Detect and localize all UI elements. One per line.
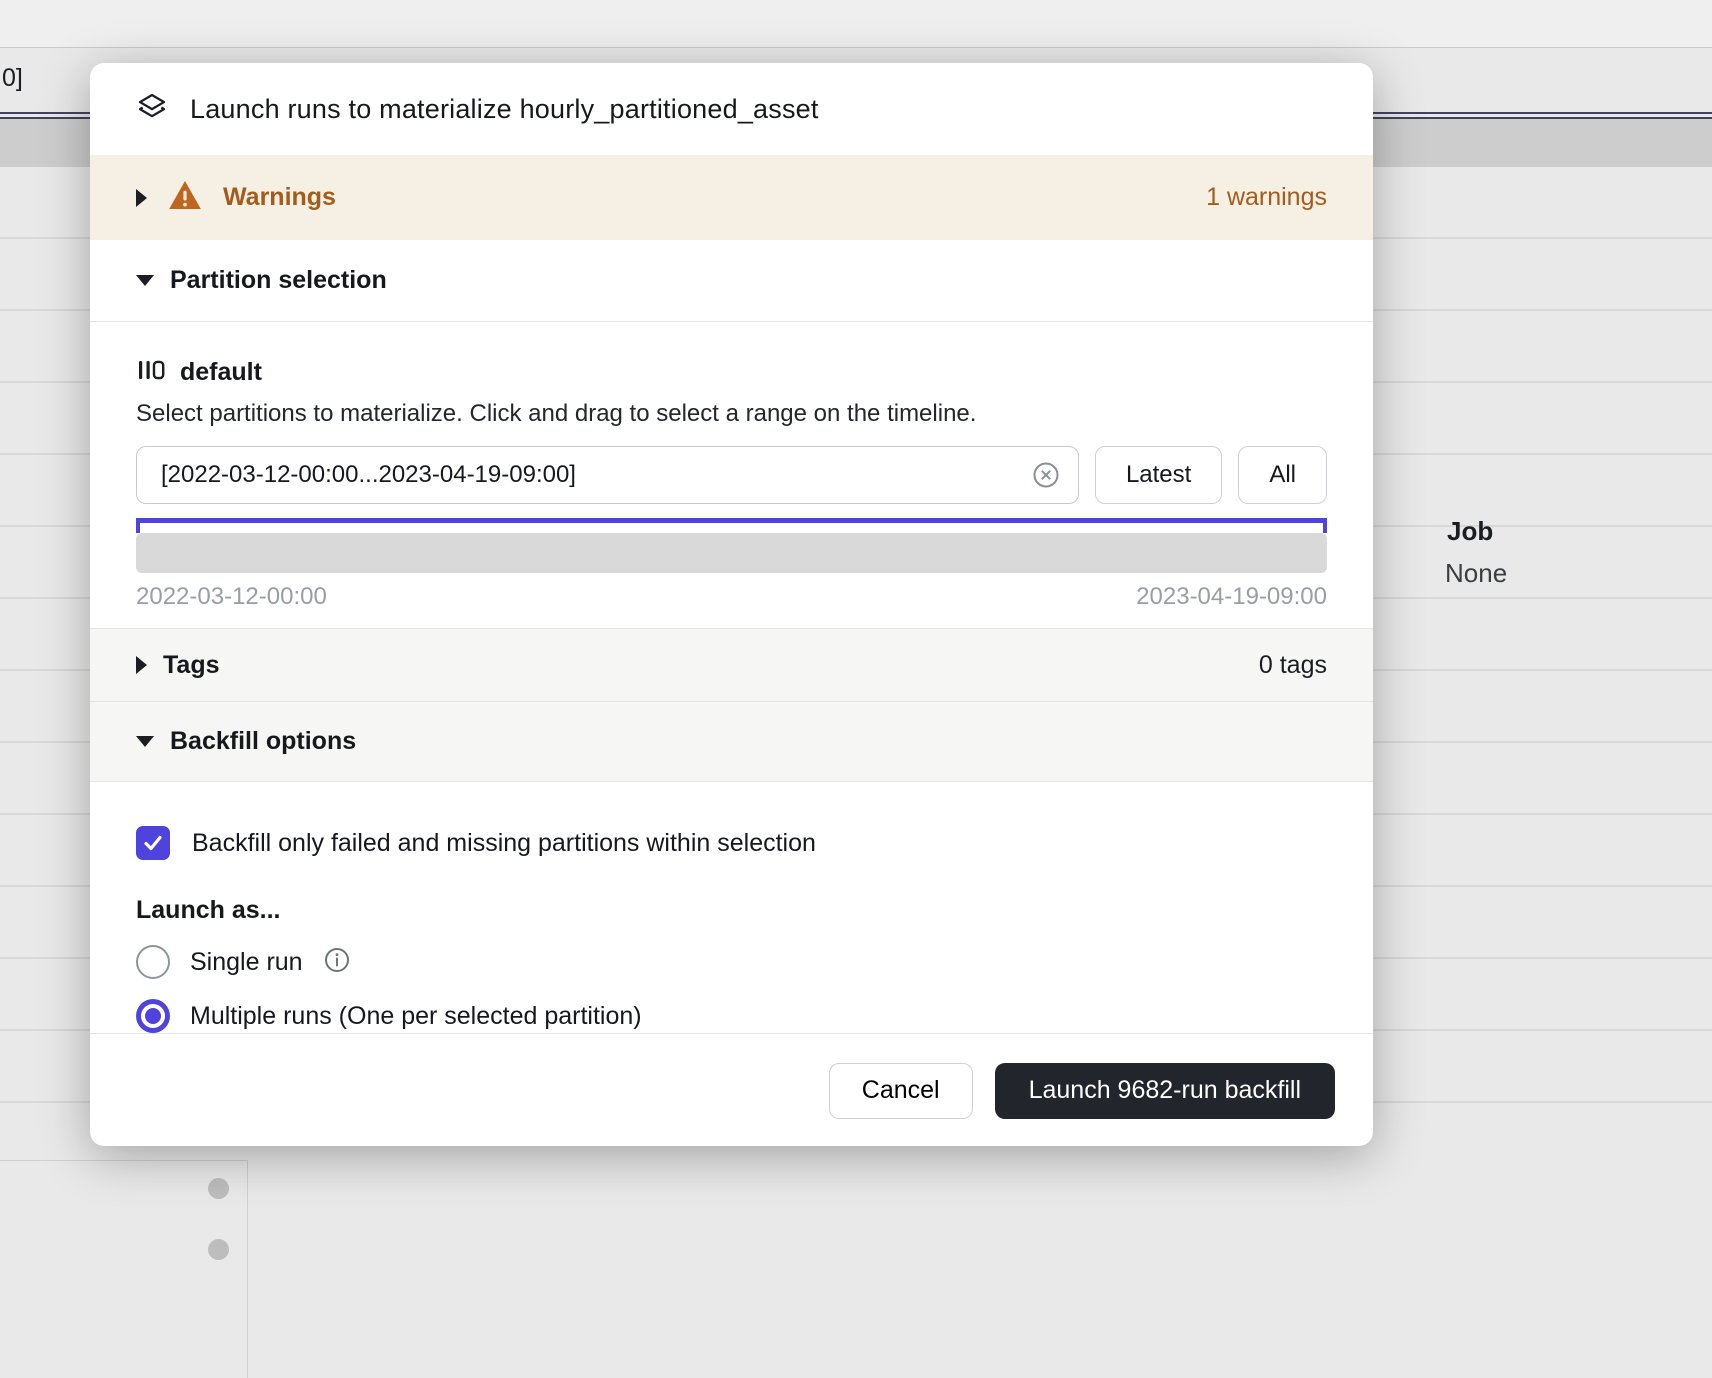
dialog-footer: Cancel Launch 9682-run backfill — [90, 1033, 1373, 1146]
tags-count: 0 tags — [1259, 651, 1327, 680]
radio-unchecked-icon[interactable] — [136, 945, 170, 979]
chevron-down-icon — [136, 275, 154, 286]
timeline-labels: 2022-03-12-00:00 2023-04-19-09:00 — [136, 583, 1327, 611]
single-run-label: Single run — [190, 948, 303, 977]
launch-as-label: Launch as... — [136, 896, 1327, 925]
timeline-selection-bracket — [136, 518, 1327, 533]
clear-selection-icon[interactable] — [1031, 460, 1061, 490]
asset-layers-icon — [136, 91, 168, 128]
background-partial-text: 0] — [2, 64, 23, 93]
chevron-right-icon — [136, 189, 147, 207]
launch-runs-dialog: Launch runs to materialize hourly_partit… — [90, 63, 1373, 1146]
partition-range-input[interactable] — [136, 446, 1079, 504]
backfill-checkbox-label: Backfill only failed and missing partiti… — [192, 829, 816, 858]
dialog-header: Launch runs to materialize hourly_partit… — [90, 63, 1373, 155]
partition-dimension-row: default — [136, 356, 1327, 388]
warning-triangle-icon — [169, 181, 201, 214]
radio-checked-icon[interactable] — [136, 999, 170, 1033]
backfill-options-label: Backfill options — [170, 727, 356, 756]
cancel-button[interactable]: Cancel — [829, 1063, 973, 1119]
backfill-failed-missing-row[interactable]: Backfill only failed and missing partiti… — [136, 826, 1327, 860]
partition-range-row: Latest All — [136, 446, 1327, 504]
background-job-value: None — [1445, 558, 1507, 589]
background-divider-vertical — [247, 1160, 248, 1378]
warnings-count: 1 warnings — [1206, 183, 1327, 212]
chevron-down-icon — [136, 736, 154, 747]
timeline-start-label: 2022-03-12-00:00 — [136, 583, 327, 611]
partition-set-icon — [136, 357, 166, 388]
partition-timeline[interactable] — [136, 533, 1327, 573]
partition-dimension-name: default — [180, 358, 262, 387]
partition-instructions: Select partitions to materialize. Click … — [136, 400, 1327, 428]
timeline-end-label: 2023-04-19-09:00 — [1136, 583, 1327, 611]
chevron-right-icon — [136, 656, 147, 674]
partition-selection-label: Partition selection — [170, 266, 387, 295]
launch-backfill-button[interactable]: Launch 9682-run backfill — [995, 1063, 1335, 1119]
background-status-dot — [208, 1178, 229, 1199]
partition-selection-content: default Select partitions to materialize… — [90, 322, 1373, 628]
partition-range-input-wrap — [136, 446, 1079, 504]
checkbox-checked-icon[interactable] — [136, 826, 170, 860]
background-status-dot — [208, 1239, 229, 1260]
dialog-title: Launch runs to materialize hourly_partit… — [190, 94, 819, 125]
partition-selection-header[interactable]: Partition selection — [90, 240, 1373, 322]
warnings-section-header[interactable]: Warnings 1 warnings — [90, 155, 1373, 240]
backfill-options-content: Backfill only failed and missing partiti… — [90, 782, 1373, 1033]
info-icon[interactable] — [323, 946, 351, 979]
tags-section-header[interactable]: Tags 0 tags — [90, 628, 1373, 702]
background-divider-horizontal — [0, 1160, 248, 1161]
multiple-runs-label: Multiple runs (One per selected partitio… — [190, 1002, 642, 1031]
warnings-label: Warnings — [223, 183, 336, 212]
tags-label: Tags — [163, 651, 220, 680]
single-run-option[interactable]: Single run — [136, 945, 1327, 979]
multiple-runs-option[interactable]: Multiple runs (One per selected partitio… — [136, 999, 1327, 1033]
background-top-bar — [0, 0, 1712, 48]
latest-button[interactable]: Latest — [1095, 446, 1222, 504]
all-button[interactable]: All — [1238, 446, 1327, 504]
background-job-label: Job — [1447, 516, 1493, 547]
backfill-options-header[interactable]: Backfill options — [90, 702, 1373, 782]
